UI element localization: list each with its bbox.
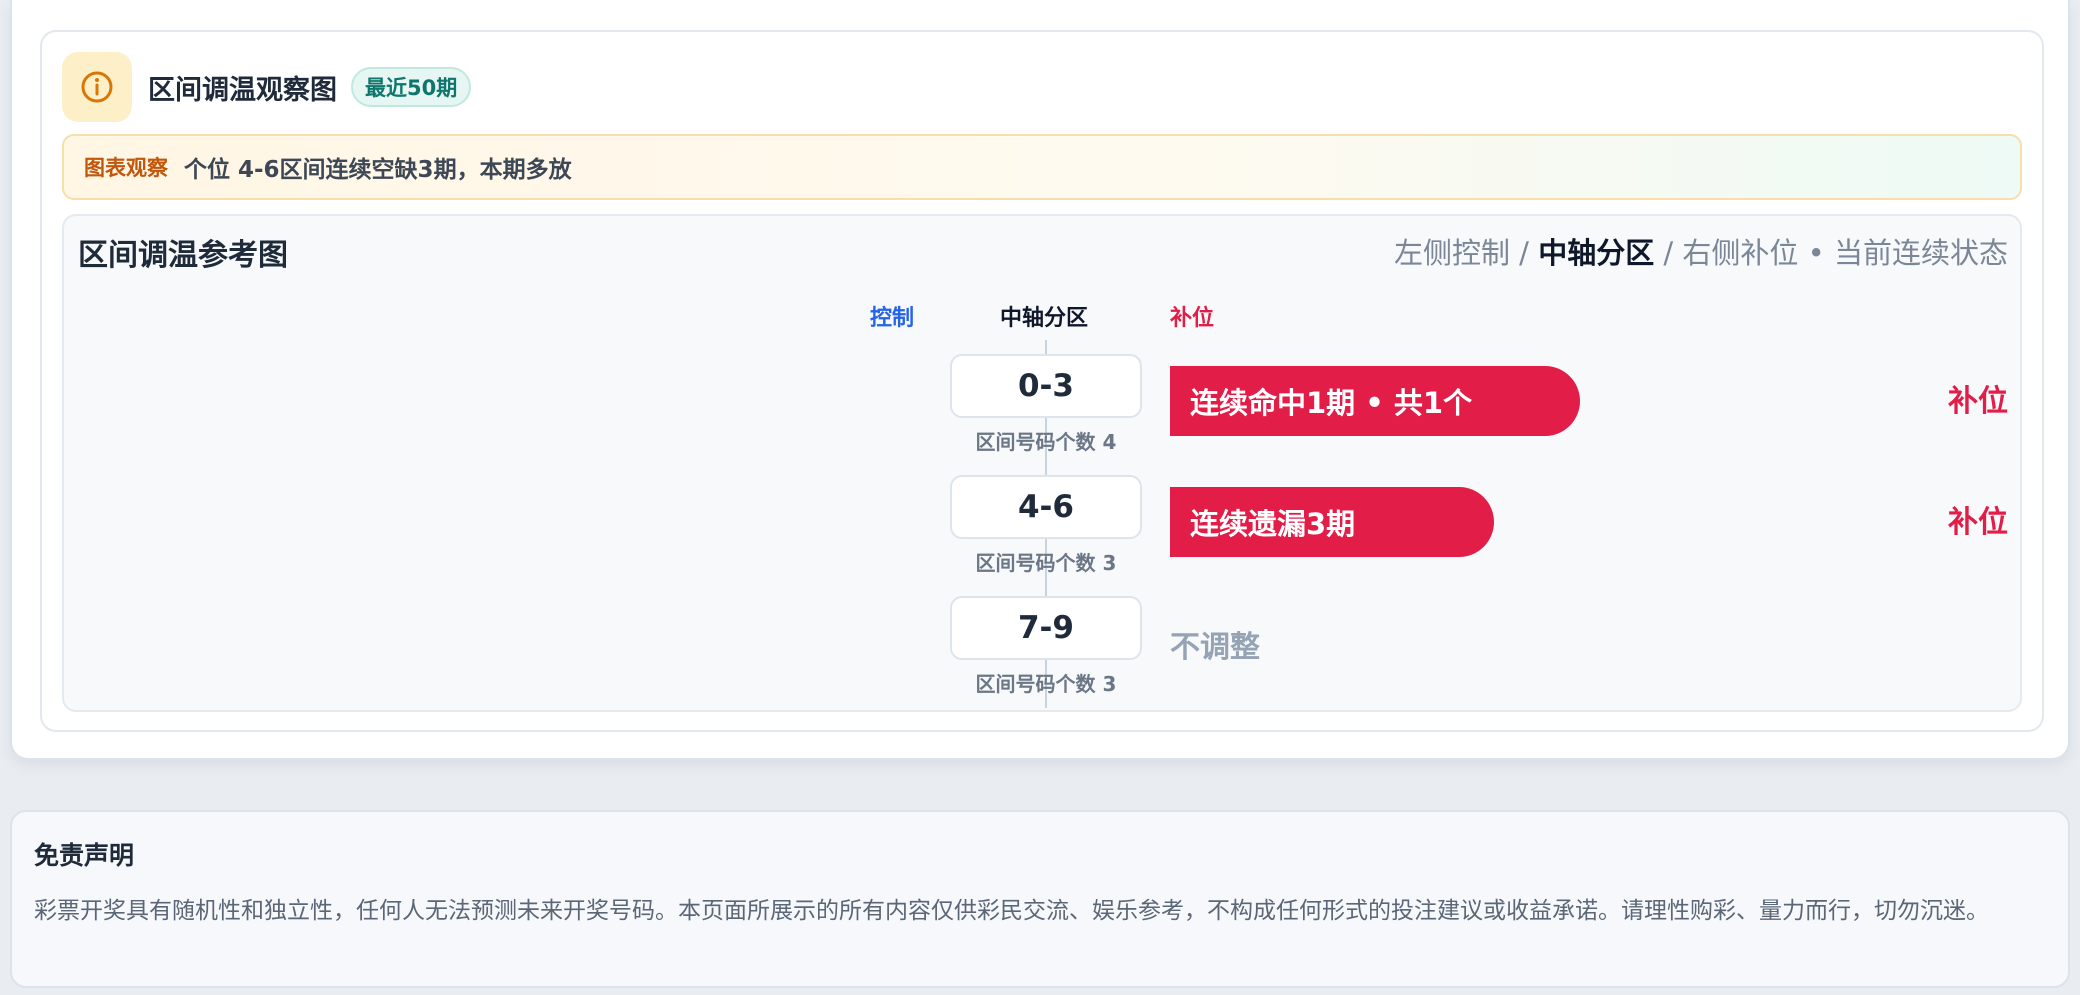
column-header-axis: 中轴分区 — [1000, 306, 1089, 331]
legend-dot: • — [1798, 236, 1834, 270]
legend-left: 左侧控制 — [1393, 236, 1510, 270]
legend-right: 右侧补位 — [1682, 236, 1799, 270]
zone-status-bar-4-6: 连续遗漏3期 — [1170, 487, 1494, 557]
section-header: 区间调温观察图 最近50期 — [62, 52, 472, 122]
panel-title: 区间调温参考图 — [78, 238, 288, 273]
legend-separator: / — [1654, 236, 1683, 270]
column-header-control: 控制 — [870, 306, 915, 331]
zone-side-tag-4-6: 补位 — [1948, 505, 2008, 540]
section-title: 区间调温观察图 — [148, 74, 337, 106]
disclaimer-card: 免责声明 彩票开奖具有随机性和独立性，任何人无法预测未来开奖号码。本页面所展示的… — [10, 810, 2070, 988]
zone-box-0-3: 0-3 — [950, 354, 1142, 418]
zone-status-text-7-9: 不调整 — [1170, 630, 1260, 665]
zone-box-7-9: 7-9 — [950, 596, 1142, 660]
zone-side-tag-0-3: 补位 — [1948, 384, 2008, 419]
observation-text: 个位 4-6区间连续空缺3期，本期多放 — [184, 157, 572, 183]
reference-chart-panel: 区间调温参考图 左侧控制 / 中轴分区 / 右侧补位 • 当前连续状态 控制 中… — [62, 214, 2022, 712]
info-icon — [62, 52, 132, 122]
chart-legend: 左侧控制 / 中轴分区 / 右侧补位 • 当前连续状态 — [1394, 230, 2008, 272]
legend-state: 当前连续状态 — [1833, 236, 2008, 270]
disclaimer-title: 免责声明 — [34, 841, 135, 870]
chart-section: 区间调温观察图 最近50期 图表观察 个位 4-6区间连续空缺3期，本期多放 区… — [40, 30, 2044, 732]
interval-temperature-card: 区间调温观察图 最近50期 图表观察 个位 4-6区间连续空缺3期，本期多放 区… — [10, 0, 2070, 760]
zone-status-bar-0-3: 连续命中1期 • 共1个 — [1170, 366, 1580, 436]
zone-count-4-6: 区间号码个数 3 — [975, 551, 1117, 575]
column-header-fill: 补位 — [1170, 306, 1215, 331]
legend-separator: / — [1509, 236, 1539, 270]
observation-banner: 图表观察 个位 4-6区间连续空缺3期，本期多放 — [62, 134, 2022, 200]
observation-label: 图表观察 — [84, 156, 168, 180]
disclaimer-text: 彩票开奖具有随机性和独立性，任何人无法预测未来开奖号码。本页面所展示的所有内容仅… — [34, 898, 1989, 924]
zone-box-4-6: 4-6 — [950, 475, 1142, 539]
period-badge: 最近50期 — [351, 67, 472, 107]
legend-center: 中轴分区 — [1538, 236, 1655, 270]
zone-count-0-3: 区间号码个数 4 — [975, 430, 1117, 454]
zone-count-7-9: 区间号码个数 3 — [975, 672, 1117, 696]
